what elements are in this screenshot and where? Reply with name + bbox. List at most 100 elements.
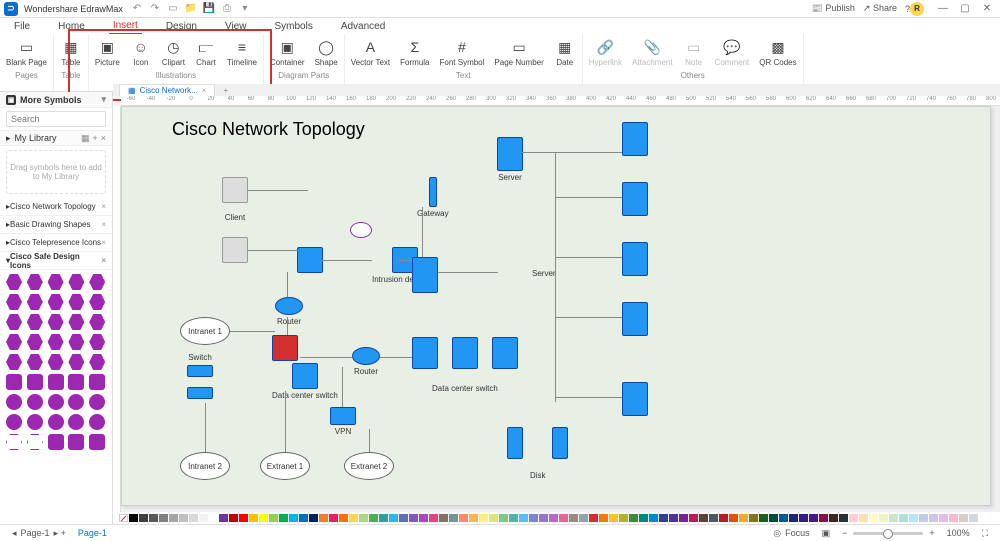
color-swatch[interactable] [879, 514, 888, 522]
palette-shape[interactable] [48, 434, 64, 450]
color-swatch[interactable] [449, 514, 458, 522]
node-dc2a[interactable] [412, 337, 438, 369]
color-swatch[interactable] [369, 514, 378, 522]
category-cisco-telepresence-icons[interactable]: ▸ Cisco Telepresence Icons× [0, 234, 112, 252]
page-indicator[interactable]: ◂ Page-1 ▸ + [6, 528, 72, 539]
node-extranet1[interactable]: Extranet 1 [260, 452, 310, 480]
color-swatch[interactable] [819, 514, 828, 522]
zoom-in-icon[interactable]: + [923, 528, 940, 538]
color-swatch[interactable] [299, 514, 308, 522]
library-dropzone[interactable]: Drag symbols here to add to My Library [6, 150, 106, 194]
color-swatch[interactable] [609, 514, 618, 522]
node-switch3[interactable] [187, 387, 213, 399]
palette-shape[interactable] [27, 414, 43, 430]
palette-shape[interactable] [48, 374, 64, 390]
node-disk1[interactable] [507, 427, 523, 459]
lib-add-icon[interactable]: + [92, 133, 97, 144]
undo-icon[interactable]: ↶ [131, 3, 143, 15]
color-swatch[interactable] [669, 514, 678, 522]
palette-shape[interactable] [89, 414, 105, 430]
color-swatch[interactable] [859, 514, 868, 522]
color-swatch[interactable] [829, 514, 838, 522]
node-intranet1[interactable]: Intranet 1 [180, 317, 230, 345]
palette-shape[interactable] [27, 314, 43, 330]
palette-shape[interactable] [68, 374, 84, 390]
palette-shape[interactable] [48, 294, 64, 310]
color-swatch[interactable] [929, 514, 938, 522]
color-swatch[interactable] [739, 514, 748, 522]
color-swatch[interactable] [149, 514, 158, 522]
color-swatch[interactable] [679, 514, 688, 522]
color-swatch[interactable] [389, 514, 398, 522]
color-swatch[interactable] [489, 514, 498, 522]
color-swatch[interactable] [699, 514, 708, 522]
palette-shape[interactable] [6, 414, 22, 430]
color-swatch[interactable] [419, 514, 428, 522]
palette-shape[interactable] [27, 334, 43, 350]
menu-file[interactable]: File [10, 19, 34, 34]
new-icon[interactable]: ▭ [167, 3, 179, 15]
search-input[interactable] [6, 111, 106, 127]
fullscreen-icon[interactable]: ⛶ [976, 528, 994, 539]
color-swatch[interactable] [249, 514, 258, 522]
color-swatch[interactable] [649, 514, 658, 522]
node-disk2[interactable] [552, 427, 568, 459]
zoom-value[interactable]: 100% [941, 528, 976, 538]
color-swatch[interactable] [479, 514, 488, 522]
color-swatch[interactable] [839, 514, 848, 522]
ribbon-shape[interactable]: ◯Shape [313, 36, 340, 69]
ribbon-clipart[interactable]: ◷Clipart [160, 36, 187, 69]
zoom-out-icon[interactable]: − [836, 528, 853, 538]
qat-dropdown-icon[interactable]: ▾ [239, 3, 251, 15]
zoom-slider[interactable] [853, 532, 923, 535]
color-swatch[interactable] [849, 514, 858, 522]
palette-shape[interactable] [48, 354, 64, 370]
palette-shape[interactable] [68, 414, 84, 430]
palette-shape[interactable] [6, 434, 22, 450]
color-swatch[interactable] [709, 514, 718, 522]
color-swatch[interactable] [169, 514, 178, 522]
palette-shape[interactable] [27, 354, 43, 370]
color-swatch[interactable] [269, 514, 278, 522]
color-swatch[interactable] [399, 514, 408, 522]
palette-shape[interactable] [6, 334, 22, 350]
node-rack-1[interactable] [622, 122, 648, 156]
color-swatch[interactable] [159, 514, 168, 522]
color-swatch[interactable] [559, 514, 568, 522]
ribbon-blank-page[interactable]: ▭Blank Page [4, 36, 49, 69]
color-swatch[interactable] [309, 514, 318, 522]
color-swatch[interactable] [209, 514, 218, 522]
color-swatch[interactable] [529, 514, 538, 522]
tab-close-icon[interactable]: × [202, 86, 207, 95]
canvas[interactable]: Cisco Network Topology Client Intrusion … [121, 106, 1000, 512]
palette-shape[interactable] [6, 354, 22, 370]
color-swatch[interactable] [379, 514, 388, 522]
ribbon-page-number[interactable]: ▭Page Number [492, 36, 545, 69]
category-cisco-network-topology[interactable]: ▸ Cisco Network Topology× [0, 198, 112, 216]
ribbon-icon[interactable]: ☺Icon [128, 36, 154, 69]
menu-view[interactable]: View [221, 19, 251, 34]
redo-icon[interactable]: ↷ [149, 3, 161, 15]
palette-shape[interactable] [68, 434, 84, 450]
menu-home[interactable]: Home [54, 19, 89, 34]
save-icon[interactable]: 💾 [203, 3, 215, 15]
color-swatch[interactable] [629, 514, 638, 522]
palette-shape[interactable] [68, 334, 84, 350]
node-rack-2[interactable] [622, 182, 648, 216]
palette-shape[interactable] [6, 294, 22, 310]
node-vpn[interactable]: VPN [330, 407, 356, 436]
color-swatch[interactable] [789, 514, 798, 522]
color-swatch[interactable] [619, 514, 628, 522]
color-swatch[interactable] [509, 514, 518, 522]
share-button[interactable]: ↗ Share [863, 3, 897, 14]
lib-view-icon[interactable]: ▦ [81, 133, 90, 144]
palette-shape[interactable] [89, 394, 105, 410]
node-dcswitch1[interactable]: Data center switch [272, 363, 338, 400]
avatar[interactable]: R [910, 2, 924, 16]
ribbon-vector-text[interactable]: AVector Text [349, 36, 392, 69]
color-swatch[interactable] [319, 514, 328, 522]
node-server-1[interactable]: Server [497, 137, 523, 182]
color-swatch[interactable] [549, 514, 558, 522]
menu-design[interactable]: Design [162, 19, 201, 34]
category-basic-drawing-shapes[interactable]: ▸ Basic Drawing Shapes× [0, 216, 112, 234]
